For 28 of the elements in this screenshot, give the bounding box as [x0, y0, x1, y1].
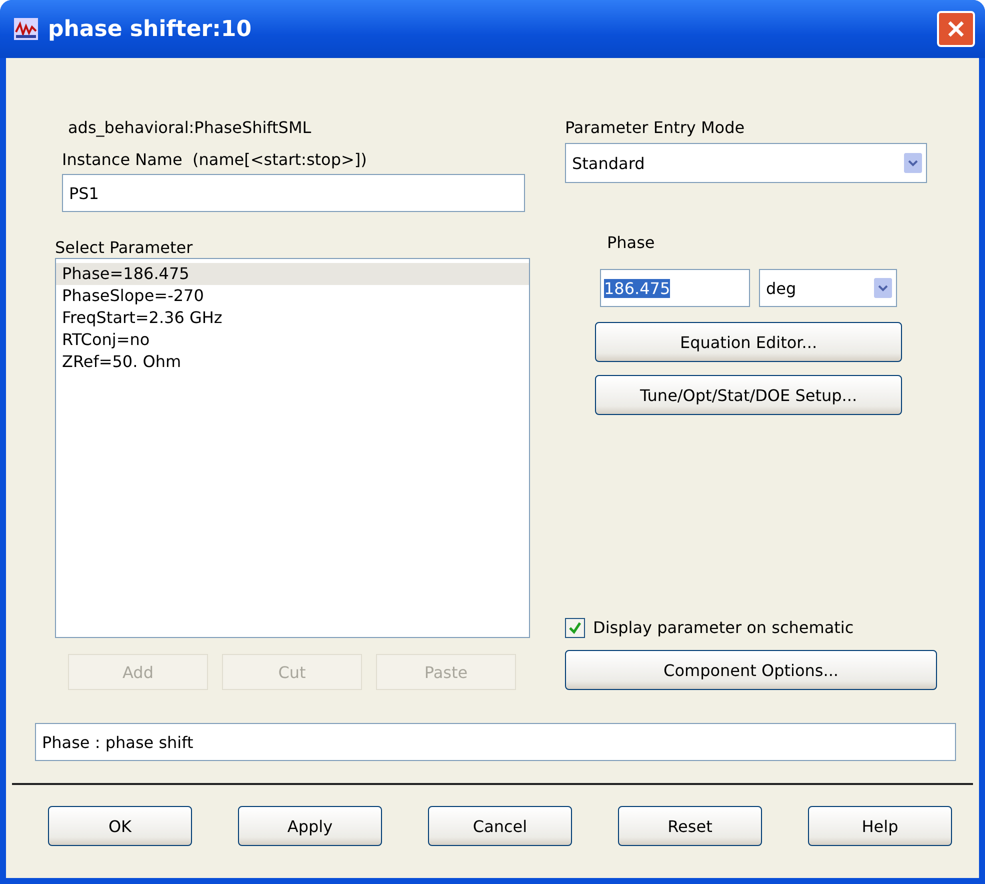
- checkbox-label: Display parameter on schematic: [593, 618, 854, 638]
- dialog-button[interactable]: Reset: [618, 806, 762, 846]
- unit-dropdown[interactable]: deg: [759, 269, 897, 307]
- parameter-item[interactable]: RTConj=no: [56, 329, 529, 351]
- phase-label: Phase: [607, 233, 655, 253]
- parameter-item[interactable]: Phase=186.475: [56, 263, 529, 285]
- side-button[interactable]: Equation Editor...: [595, 322, 902, 362]
- dialog-button[interactable]: Help: [808, 806, 952, 846]
- instance-name-field[interactable]: PS1: [62, 174, 525, 212]
- entry-mode-label: Parameter Entry Mode: [565, 118, 745, 138]
- select-parameter-label: Select Parameter: [55, 238, 193, 258]
- entry-mode-dropdown[interactable]: Standard: [565, 143, 927, 183]
- component-name: ads_behavioral:PhaseShiftSML: [68, 118, 312, 138]
- window-title: phase shifter:10: [48, 16, 252, 42]
- parameter-item[interactable]: FreqStart=2.36 GHz: [56, 307, 529, 329]
- checkbox[interactable]: [565, 618, 585, 638]
- instance-name-label: Instance Name (name[<start:stop>]): [62, 150, 367, 170]
- parameter-item[interactable]: PhaseSlope=-270: [56, 285, 529, 307]
- dialog-button[interactable]: OK: [48, 806, 192, 846]
- component-options-button[interactable]: Component Options...: [565, 650, 937, 690]
- phase-value-field[interactable]: 186.475: [600, 269, 750, 307]
- dialog-button[interactable]: Cancel: [428, 806, 572, 846]
- close-button[interactable]: [937, 11, 975, 47]
- side-button[interactable]: Tune/Opt/Stat/DOE Setup...: [595, 375, 902, 415]
- app-icon: [14, 18, 38, 40]
- dialog-button[interactable]: Apply: [238, 806, 382, 846]
- parameter-item[interactable]: ZRef=50. Ohm: [56, 351, 529, 373]
- description-field: Phase : phase shift: [35, 723, 956, 761]
